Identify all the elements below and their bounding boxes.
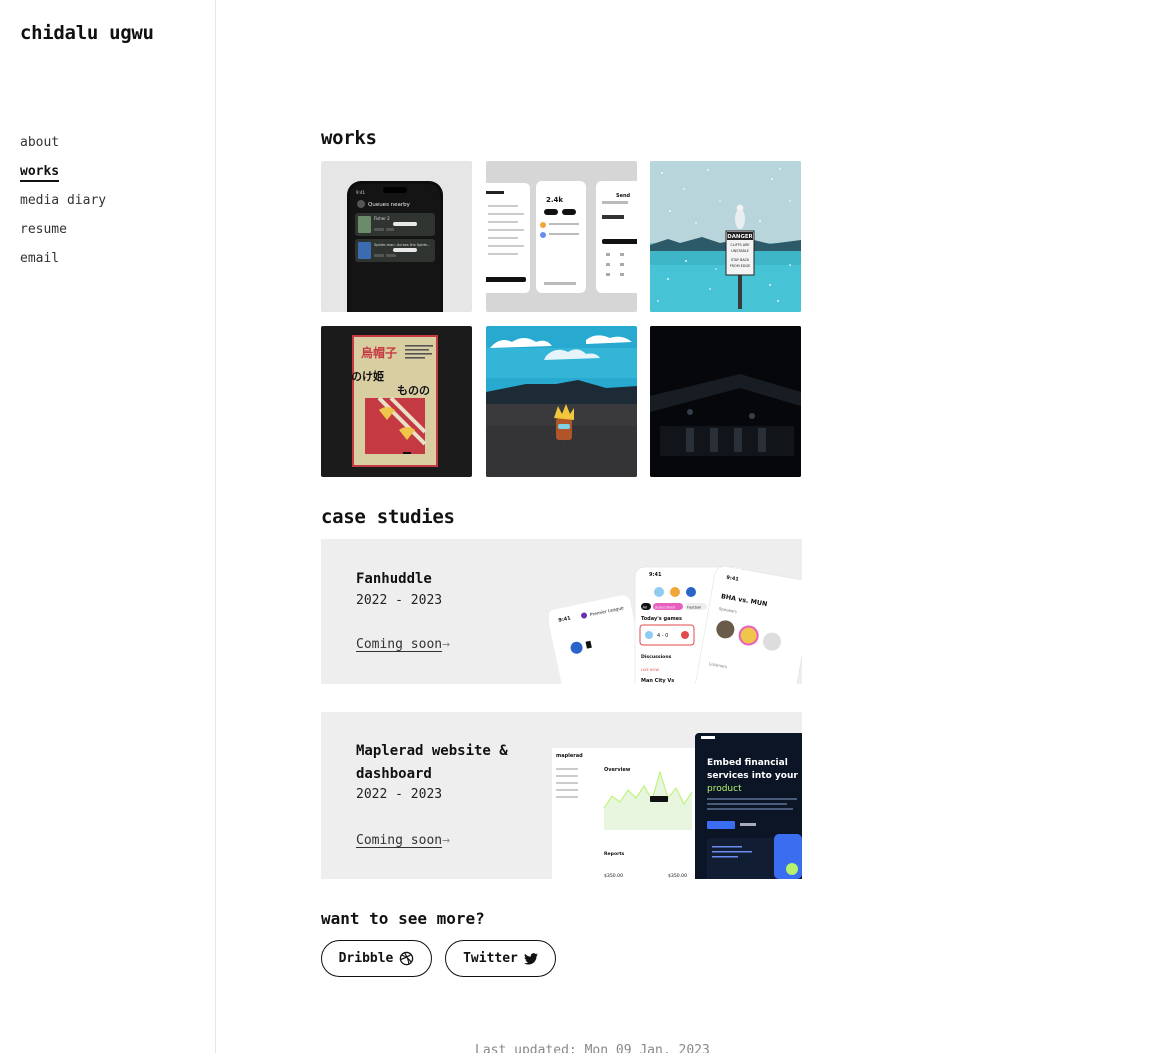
queues-title: Queues nearby	[368, 202, 411, 208]
fanhuddle-art: 9:41 Premier League 9:41 All Subscribed …	[549, 566, 802, 684]
nav-item-works[interactable]: works	[20, 162, 106, 191]
case-years: 2022 - 2023	[356, 593, 443, 608]
sidebar-nav: about works media diary resume email	[20, 133, 106, 278]
site-title[interactable]: chidalu ugwu	[20, 22, 154, 44]
svg-text:Man City Vs: Man City Vs	[641, 678, 674, 684]
case-title: Fanhuddle	[356, 571, 432, 587]
work-tile-queues-app[interactable]: 9:41 Queues nearby Fisher 2 Spider-man: …	[321, 161, 472, 312]
svg-text:UNSTABLE: UNSTABLE	[731, 249, 749, 253]
svg-text:Overview: Overview	[604, 767, 631, 773]
coming-soon-link[interactable]: Coming soon→	[356, 637, 450, 652]
work-tile-danger-sign[interactable]: DANGER CLIFFS ARE UNSTABLE STAY BACK FRO…	[650, 161, 801, 312]
svg-text:maplerad: maplerad	[556, 753, 583, 759]
case-study-maplerad[interactable]: Maplerad website & dashboard 2022 - 2023…	[321, 712, 802, 879]
sidebar: chidalu ugwu about works media diary res…	[0, 0, 216, 1053]
case-study-fanhuddle[interactable]: Fanhuddle 2022 - 2023 Coming soon→ 9:41 …	[321, 539, 802, 684]
svg-text:FROM EDGE: FROM EDGE	[730, 264, 751, 268]
work-tile-dark-blur[interactable]	[650, 326, 801, 477]
arrow-right-icon: →	[442, 637, 450, 652]
svg-text:4 - 0: 4 - 0	[657, 633, 668, 639]
arrow-right-icon: →	[442, 833, 450, 848]
wallet-balance: 2.4k	[546, 196, 563, 204]
svg-text:Spider-man: Across the Spide..: Spider-man: Across the Spide...	[374, 243, 430, 247]
case-studies-heading: case studies	[321, 506, 455, 528]
case-years: 2022 - 2023	[356, 787, 443, 802]
poster-title: 烏帽子	[361, 345, 397, 360]
svg-text:LIVE NOW: LIVE NOW	[641, 668, 659, 672]
svg-text:services into your: services into your	[707, 771, 798, 781]
svg-text:$350.00: $350.00	[604, 873, 623, 879]
svg-text:Send: Send	[616, 193, 631, 199]
twitter-button[interactable]: Twitter	[445, 940, 556, 977]
works-heading: works	[321, 127, 377, 149]
nav-item-email[interactable]: email	[20, 249, 106, 278]
maplerad-art: maplerad Overview Reports $350.00 $350.0…	[552, 733, 802, 879]
dribbble-icon	[400, 951, 414, 966]
coming-soon-link[interactable]: Coming soon→	[356, 833, 450, 848]
svg-text:Discussions: Discussions	[641, 654, 672, 660]
dribbble-button[interactable]: Dribble	[321, 940, 432, 977]
svg-text:Fisher 2: Fisher 2	[374, 216, 390, 221]
svg-text:9:41: 9:41	[649, 572, 662, 578]
svg-text:9:41: 9:41	[356, 190, 365, 195]
svg-text:Subscribed: Subscribed	[655, 606, 675, 610]
svg-text:All: All	[643, 606, 647, 610]
work-tile-pixel-landscape[interactable]	[486, 326, 637, 477]
work-tile-poster[interactable]: 烏帽子 のけ姫 ものの	[321, 326, 472, 477]
svg-text:Football: Football	[687, 606, 701, 610]
svg-text:Today's games: Today's games	[641, 616, 682, 622]
svg-text:product: product	[707, 784, 742, 794]
nav-item-resume[interactable]: resume	[20, 220, 106, 249]
svg-text:のけ姫: のけ姫	[351, 369, 384, 383]
svg-text:Embed financial: Embed financial	[707, 758, 788, 768]
nav-item-media-diary[interactable]: media diary	[20, 191, 106, 220]
work-tile-wallet-app[interactable]: 2.4k Send	[486, 161, 637, 312]
svg-text:DANGER: DANGER	[727, 234, 753, 240]
nav-item-about[interactable]: about	[20, 133, 106, 162]
case-title: Maplerad website & dashboard	[356, 743, 508, 782]
svg-text:STAY BACK: STAY BACK	[731, 258, 750, 262]
svg-text:Reports: Reports	[604, 851, 625, 857]
last-updated: Last updated: Mon 09 Jan, 2023	[475, 1043, 710, 1053]
svg-text:CLIFFS ARE: CLIFFS ARE	[730, 243, 749, 247]
svg-text:$350.00: $350.00	[668, 873, 687, 879]
twitter-icon	[523, 952, 538, 965]
svg-text:ものの: ものの	[397, 384, 430, 397]
more-heading: want to see more?	[321, 909, 485, 928]
